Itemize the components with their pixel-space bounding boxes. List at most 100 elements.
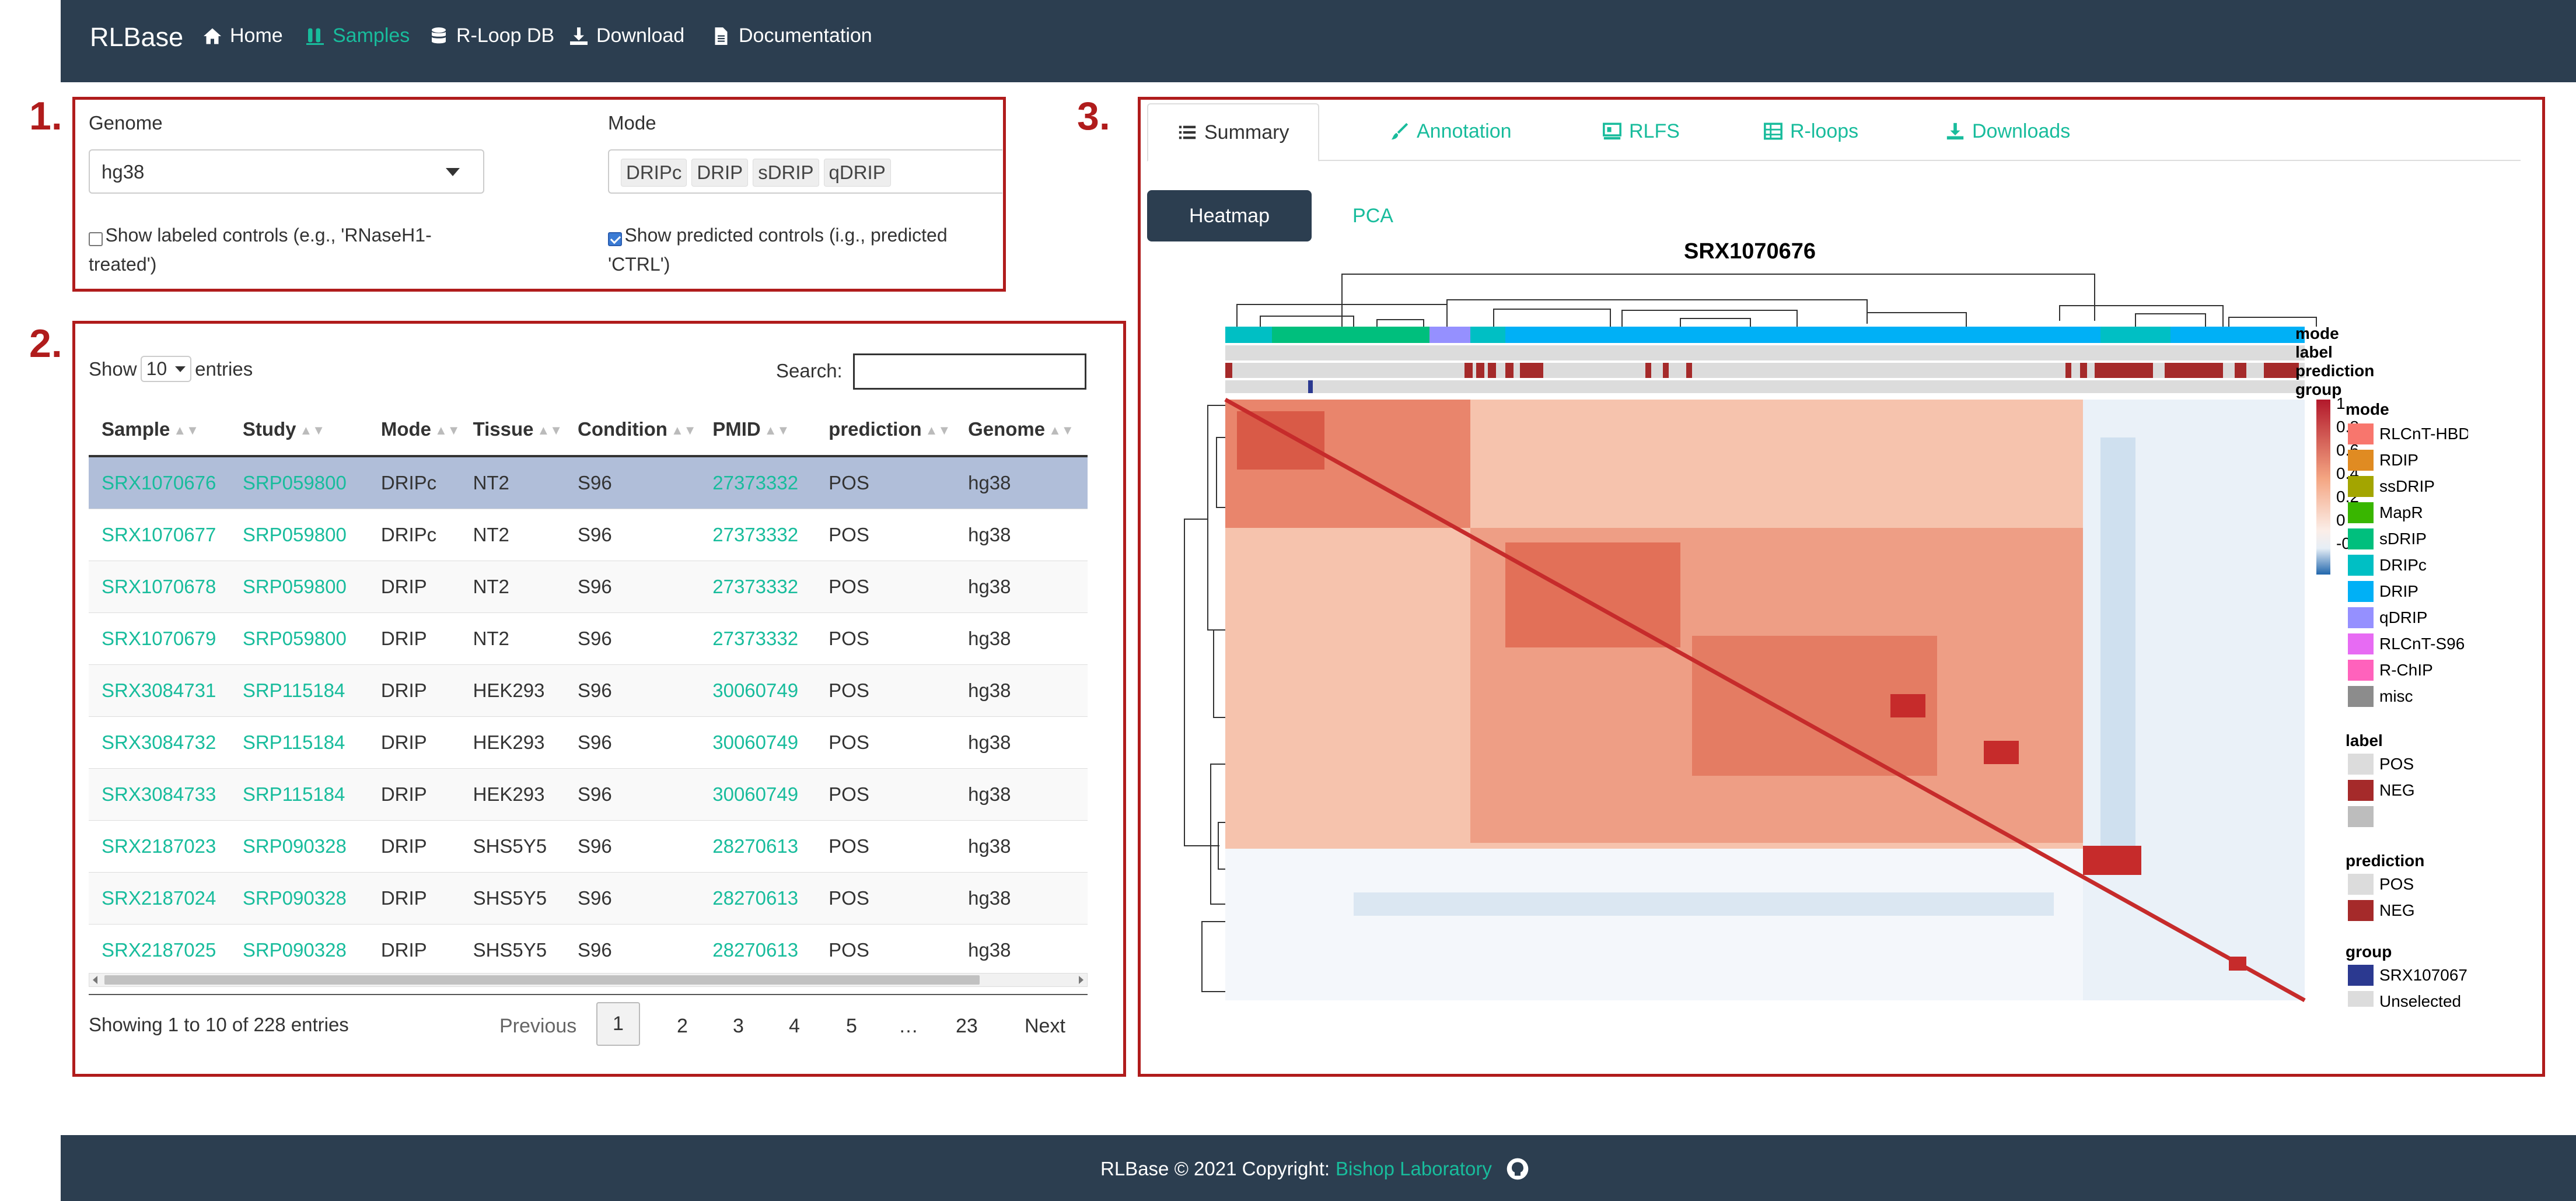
brand-logo[interactable]: RLBase <box>90 22 183 52</box>
cell-genome: hg38 <box>955 664 1088 717</box>
mode-chip-drip[interactable]: DRIP <box>691 159 749 187</box>
table-horizontal-scrollbar[interactable] <box>89 973 1088 987</box>
cell-pmid[interactable]: 30060749 <box>700 716 816 769</box>
cell-pmid[interactable]: 27373332 <box>700 561 816 613</box>
pagination-page-1[interactable]: 1 <box>596 1002 640 1046</box>
scroll-left-icon[interactable] <box>93 976 97 984</box>
table-row[interactable]: SRX3084732 SRP115184 DRIP HEK293 S96 30060749… <box>89 716 1088 769</box>
entries-select[interactable]: 10 <box>140 356 192 382</box>
tab-downloads[interactable]: Downloads <box>1945 103 2070 159</box>
predicted-controls-checkbox[interactable] <box>608 232 622 246</box>
legend-item-label: MapR <box>2379 503 2423 521</box>
correlation-heatmap[interactable] <box>1179 262 2480 1009</box>
tab-rloops[interactable]: R-loops <box>1763 103 1858 159</box>
cell-sample[interactable]: SRX1070677 <box>89 509 230 561</box>
nav-download[interactable]: Download <box>568 24 684 47</box>
legend-item-label: ssDRIP <box>2379 477 2435 495</box>
cell-pmid[interactable]: 30060749 <box>700 768 816 821</box>
table-row[interactable]: SRX2187023 SRP090328 DRIP SHS5Y5 S96 28270613… <box>89 820 1088 873</box>
cell-study[interactable]: SRP059800 <box>229 509 368 561</box>
cell-study[interactable]: SRP115184 <box>229 768 368 821</box>
cell-sample[interactable]: SRX2187024 <box>89 872 230 925</box>
cell-sample[interactable]: SRX3084733 <box>89 768 230 821</box>
table-row[interactable]: SRX2187024 SRP090328 DRIP SHS5Y5 S96 28270613… <box>89 872 1088 925</box>
pagination-previous[interactable]: Previous <box>499 1015 576 1038</box>
cell-genome: hg38 <box>955 612 1088 665</box>
footer-content: RLBase © 2021 Copyright: Bishop Laborato… <box>1100 1157 1529 1181</box>
col-header-condition[interactable]: Condition ▲▼ <box>565 404 700 457</box>
mode-chip-dripc[interactable]: DRIPc <box>621 159 687 187</box>
table-row[interactable]: SRX3084731 SRP115184 DRIP HEK293 S96 30060749… <box>89 664 1088 717</box>
cell-sample[interactable]: SRX1070678 <box>89 561 230 613</box>
table-row[interactable]: SRX3084733 SRP115184 DRIP HEK293 S96 30060749… <box>89 768 1088 821</box>
subtab-pca[interactable]: PCA <box>1312 190 1434 241</box>
mode-multiselect[interactable]: DRIPc DRIP sDRIP qDRIP <box>608 149 1002 194</box>
col-header-study[interactable]: Study ▲▼ <box>229 404 368 457</box>
cell-study[interactable]: SRP090328 <box>229 820 368 873</box>
tab-rlfs[interactable]: RLFS <box>1602 103 1680 159</box>
footer-lab-link[interactable]: Bishop Laboratory <box>1336 1158 1492 1180</box>
github-icon[interactable] <box>1506 1157 1529 1181</box>
cell-pmid[interactable]: 27373332 <box>700 509 816 561</box>
pagination-page-2[interactable]: 2 <box>677 1015 688 1038</box>
cell-pmid[interactable]: 28270613 <box>700 924 816 976</box>
cell-study[interactable]: SRP115184 <box>229 716 368 769</box>
nav-home[interactable]: Home <box>202 24 283 47</box>
genome-select[interactable]: hg38 <box>89 149 484 194</box>
pagination-next[interactable]: Next <box>1025 1015 1065 1038</box>
cell-study[interactable]: SRP059800 <box>229 612 368 665</box>
chalkboard-icon <box>1603 122 1621 140</box>
tab-summary[interactable]: Summary <box>1147 103 1320 162</box>
tab-annotation[interactable]: Annotation <box>1390 103 1512 159</box>
cell-pmid[interactable]: 28270613 <box>700 820 816 873</box>
nav-documentation[interactable]: Documentation <box>711 24 872 47</box>
cell-study[interactable]: SRP090328 <box>229 872 368 925</box>
cell-study[interactable]: SRP090328 <box>229 924 368 976</box>
nav-samples[interactable]: Samples <box>305 24 410 47</box>
pagination-page-4[interactable]: 4 <box>789 1015 800 1038</box>
pagination-page-23[interactable]: 23 <box>956 1015 978 1038</box>
cell-sample[interactable]: SRX1070676 <box>89 456 230 509</box>
pagination-page-3[interactable]: 3 <box>733 1015 744 1038</box>
subtab-heatmap[interactable]: Heatmap <box>1147 190 1312 241</box>
col-header-genome[interactable]: Genome ▲▼ <box>955 404 1088 457</box>
nav-home-label: Home <box>230 24 283 47</box>
table-row[interactable]: SRX1070679 SRP059800 DRIP NT2 S96 27373332 POS… <box>89 612 1088 665</box>
search-input[interactable] <box>853 353 1086 390</box>
nav-rloop-db[interactable]: R-Loop DB <box>428 24 554 47</box>
cell-mode: DRIP <box>368 768 460 821</box>
col-header-tissue[interactable]: Tissue ▲▼ <box>460 404 565 457</box>
cell-pmid[interactable]: 30060749 <box>700 664 816 717</box>
mode-chip-sdrip[interactable]: sDRIP <box>753 159 819 187</box>
cell-pmid[interactable]: 27373332 <box>700 612 816 665</box>
col-header-prediction[interactable]: prediction ▲▼ <box>816 404 956 457</box>
scroll-right-icon[interactable] <box>1079 976 1083 984</box>
table-row[interactable]: SRX1070676 SRP059800 DRIPc NT2 S96 27373332 PO… <box>89 456 1088 509</box>
legend-swatch <box>2348 607 2374 628</box>
table-header-row: Sample ▲▼ Study ▲▼ Mode ▲▼ Tissue ▲▼ Conditi… <box>89 404 1088 457</box>
legend-item-label: qDRIP <box>2379 608 2428 626</box>
cell-sample[interactable]: SRX2187025 <box>89 924 230 976</box>
table-row[interactable]: SRX1070678 SRP059800 DRIP NT2 S96 27373332 POS… <box>89 561 1088 613</box>
cell-sample[interactable]: SRX1070679 <box>89 612 230 665</box>
col-header-mode[interactable]: Mode ▲▼ <box>368 404 460 457</box>
col-header-sample[interactable]: Sample ▲▼ <box>89 404 230 457</box>
mode-chip-qdrip[interactable]: qDRIP <box>823 159 891 187</box>
cell-study[interactable]: SRP059800 <box>229 561 368 613</box>
cell-prediction: POS <box>816 716 956 769</box>
cell-pmid[interactable]: 28270613 <box>700 872 816 925</box>
table-row[interactable]: SRX2187025 SRP090328 DRIP SHS5Y5 S96 28270613… <box>89 924 1088 976</box>
cell-genome: hg38 <box>955 924 1088 976</box>
cell-prediction: POS <box>816 924 956 976</box>
cell-sample[interactable]: SRX3084731 <box>89 664 230 717</box>
cell-study[interactable]: SRP059800 <box>229 456 368 509</box>
pagination-page-5[interactable]: 5 <box>846 1015 857 1038</box>
cell-pmid[interactable]: 27373332 <box>700 456 816 509</box>
scrollbar-thumb[interactable] <box>104 975 980 985</box>
cell-study[interactable]: SRP115184 <box>229 664 368 717</box>
cell-sample[interactable]: SRX3084732 <box>89 716 230 769</box>
col-header-pmid[interactable]: PMID ▲▼ <box>700 404 816 457</box>
table-row[interactable]: SRX1070677 SRP059800 DRIPc NT2 S96 27373332 PO… <box>89 509 1088 561</box>
cell-sample[interactable]: SRX2187023 <box>89 820 230 873</box>
labeled-controls-checkbox[interactable] <box>89 232 103 246</box>
